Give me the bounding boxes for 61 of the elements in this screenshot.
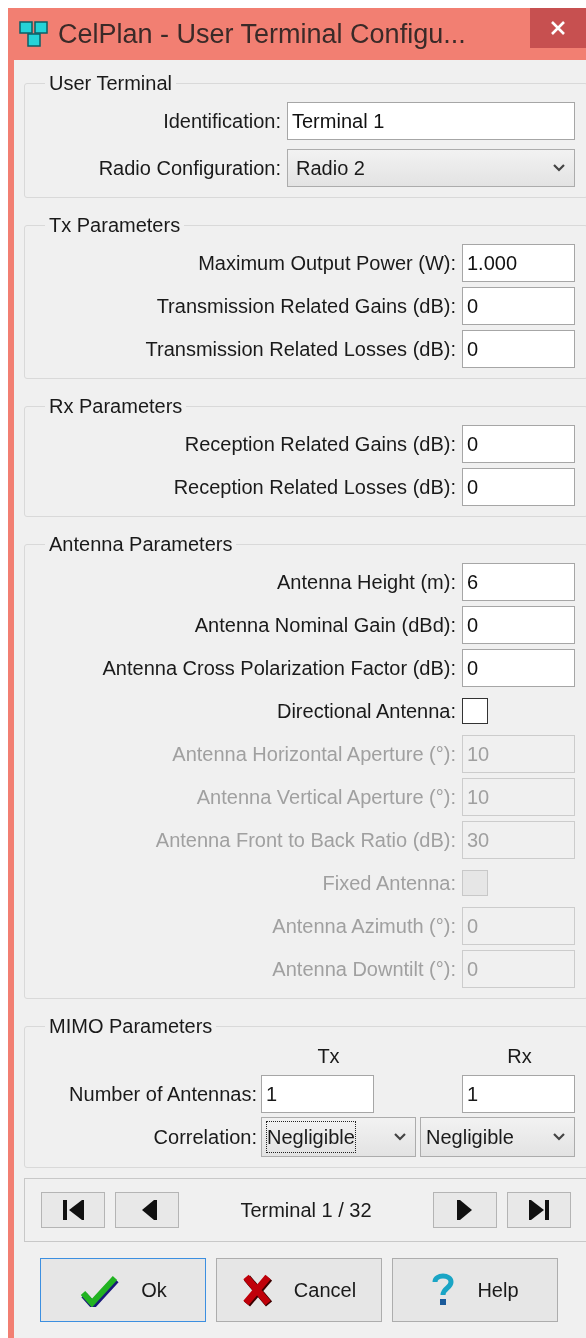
- close-icon: [550, 20, 566, 36]
- field-label: Radio Configuration:: [98, 156, 281, 181]
- text-field[interactable]: 1.000: [462, 244, 575, 282]
- ok-button[interactable]: Ok: [40, 1258, 206, 1322]
- text-field[interactable]: 0: [462, 468, 575, 506]
- text-field[interactable]: 0: [462, 287, 575, 325]
- dropdown[interactable]: Negligible: [261, 1117, 416, 1157]
- skip-forward-icon: [526, 1197, 552, 1223]
- field-label: Reception Related Gains (dB):: [184, 432, 456, 457]
- checkbox[interactable]: [462, 698, 488, 724]
- text-field[interactable]: 6: [462, 563, 575, 601]
- text-field[interactable]: 1: [462, 1075, 575, 1113]
- field-label: Antenna Vertical Aperture (°):: [196, 785, 456, 810]
- dropdown[interactable]: Radio 2: [287, 149, 575, 187]
- group-title: MIMO Parameters: [48, 1014, 214, 1039]
- field-label: Antenna Cross Polarization Factor (dB):: [102, 656, 456, 681]
- field-label: Antenna Front to Back Ratio (dB):: [155, 828, 456, 853]
- window-title: CelPlan - User Terminal Configu...: [58, 17, 466, 51]
- previous-button[interactable]: [115, 1192, 179, 1228]
- field-label: Correlation:: [152, 1125, 257, 1150]
- field-label: Antenna Downtilt (°):: [272, 957, 456, 982]
- text-field[interactable]: 1: [261, 1075, 374, 1113]
- text-field[interactable]: 0: [462, 649, 575, 687]
- skip-back-icon: [60, 1197, 86, 1223]
- chevron-icon: [552, 163, 566, 173]
- field-label: Fixed Antenna:: [322, 871, 456, 896]
- field-label: Transmission Related Gains (dB):: [156, 294, 456, 319]
- text-field[interactable]: 0: [462, 425, 575, 463]
- text-field[interactable]: 0: [462, 330, 575, 368]
- app-cubes-icon: [18, 19, 50, 49]
- column-header: Tx: [316, 1044, 341, 1069]
- first-button[interactable]: [41, 1192, 105, 1228]
- field-label: Antenna Horizontal Aperture (°):: [172, 742, 456, 767]
- field-label: Reception Related Losses (dB):: [173, 475, 456, 500]
- column-header: Rx: [506, 1044, 533, 1069]
- chevron-icon: [393, 1132, 407, 1142]
- field-label: Antenna Nominal Gain (dBd):: [194, 613, 456, 638]
- field-label: Antenna Azimuth (°):: [272, 914, 456, 939]
- close-button[interactable]: [530, 8, 586, 48]
- x-icon: [241, 1273, 272, 1307]
- field-label: Directional Antenna:: [277, 699, 456, 724]
- next-button[interactable]: [433, 1192, 497, 1228]
- field-label: Antenna Height (m):: [277, 570, 456, 595]
- chevron-icon: [552, 1132, 566, 1142]
- field-label: Identification:: [163, 109, 281, 134]
- field-label: Number of Antennas:: [68, 1082, 257, 1107]
- terminal-counter: Terminal 1 / 32: [239, 1198, 373, 1223]
- checkmark-icon: [79, 1273, 120, 1307]
- text-field[interactable]: 0: [462, 606, 575, 644]
- last-button[interactable]: [507, 1192, 571, 1228]
- field-label: Transmission Related Losses (dB):: [145, 337, 456, 362]
- group-title: Antenna Parameters: [48, 532, 234, 557]
- group-title: Rx Parameters: [48, 394, 184, 419]
- group-title: User Terminal: [48, 71, 173, 96]
- dropdown[interactable]: Negligible: [420, 1117, 575, 1157]
- question-mark-icon: [431, 1272, 456, 1308]
- group-title: Tx Parameters: [48, 213, 182, 238]
- cancel-button[interactable]: Cancel: [216, 1258, 382, 1322]
- help-button[interactable]: Help: [392, 1258, 558, 1322]
- field-label: Maximum Output Power (W):: [198, 251, 456, 276]
- text-field[interactable]: Terminal 1: [287, 102, 575, 140]
